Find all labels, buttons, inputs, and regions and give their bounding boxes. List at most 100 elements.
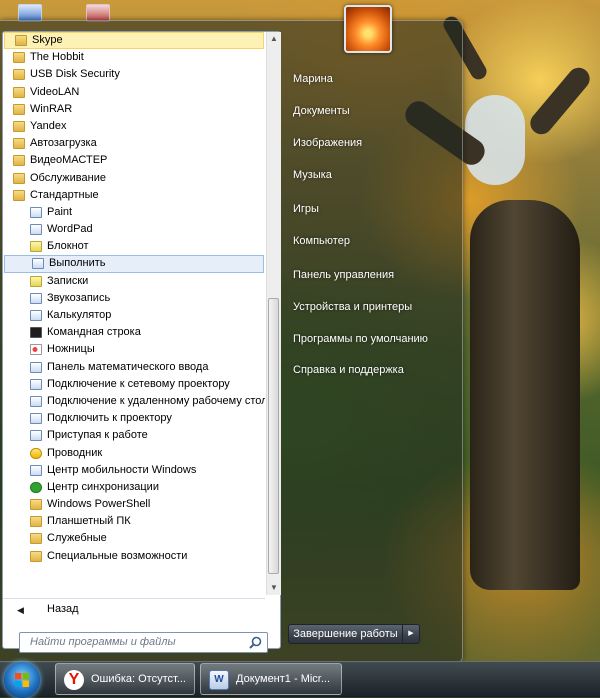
program-item-label: Калькулятор [47, 309, 112, 321]
folder-open-icon [13, 189, 25, 201]
program-item-label: Звукозапись [47, 291, 111, 304]
program-item-label: Автозагрузка [30, 137, 97, 150]
right-pane-link[interactable]: Игры [293, 203, 319, 215]
folder-icon [13, 103, 25, 115]
user-avatar[interactable] [344, 5, 392, 53]
program-item[interactable]: Центр мобильности Windows [3, 462, 265, 479]
program-item-label: USB Disk Security [30, 68, 120, 81]
folder-icon [13, 120, 25, 132]
program-item[interactable]: Панель математического ввода [3, 359, 265, 376]
right-pane-link[interactable]: Справка и поддержка [293, 364, 404, 376]
scissors-icon [30, 344, 42, 356]
program-item[interactable]: VideoLAN [3, 84, 265, 101]
search-placeholder: Найти программы и файлы [30, 636, 176, 648]
program-item[interactable]: Планшетный ПК [3, 513, 265, 530]
shutdown-button[interactable]: Завершение работы [288, 624, 403, 644]
program-item[interactable]: WordPad [3, 221, 265, 238]
program-item[interactable]: Подключение к сетевому проектору [3, 376, 265, 393]
program-item-label: Служебные [47, 532, 107, 545]
program-item-label: Блокнот [47, 240, 89, 253]
windows-logo-icon [15, 673, 29, 687]
taskbar-button-label: Документ1 - Micr... [236, 673, 331, 685]
taskbar-button-word[interactable]: W Документ1 - Micr... [200, 663, 342, 695]
sync-center-icon [30, 481, 42, 493]
program-item[interactable]: Командная строка [3, 324, 265, 341]
program-item-label: Центр мобильности Windows [47, 463, 197, 476]
scroll-down-arrow-icon[interactable]: ▼ [267, 581, 281, 595]
program-item-label: Подключение к сетевому проектору [47, 377, 230, 390]
word-document-icon: W [209, 670, 229, 690]
right-pane-link[interactable]: Документы [293, 105, 350, 117]
projector-icon [30, 413, 42, 425]
program-item[interactable]: Выполнить [4, 255, 264, 273]
program-item[interactable]: Звукозапись [3, 290, 265, 307]
program-item[interactable]: Центр синхронизации [3, 479, 265, 496]
program-item-label: Стандартные [30, 188, 99, 201]
programs-scrollbar[interactable]: ▲ ▼ [266, 32, 281, 595]
program-item[interactable]: Блокнот [3, 238, 265, 255]
program-item[interactable]: Обслуживание [3, 170, 265, 187]
program-item[interactable]: Записки [3, 273, 265, 290]
program-item-label: Центр синхронизации [47, 480, 159, 493]
program-item[interactable]: Стандартные [3, 187, 265, 204]
folder-icon [30, 550, 42, 562]
program-item[interactable]: ВидеоМАСТЕР [3, 152, 265, 169]
program-item-label: Панель математического ввода [47, 360, 209, 373]
back-button[interactable]: ◀ Назад [3, 598, 265, 622]
start-menu-left-pane: Skype The Hobbit USB Disk Security VideoLAN… [2, 31, 281, 653]
scroll-up-arrow-icon[interactable]: ▲ [267, 32, 281, 46]
program-item[interactable]: Подключить к проектору [3, 410, 265, 427]
right-pane-link[interactable]: Марина [293, 73, 333, 85]
notepad-icon [30, 241, 42, 253]
program-item[interactable]: Yandex [3, 118, 265, 135]
search-input[interactable]: Найти программы и файлы [19, 632, 268, 653]
program-item-label: Обслуживание [30, 171, 106, 184]
program-item-label: WordPad [47, 223, 93, 236]
program-item-label: Проводник [47, 446, 103, 459]
program-item-label: VideoLAN [30, 85, 80, 98]
folder-icon [30, 516, 42, 528]
math-input-icon [30, 361, 42, 373]
right-pane-link[interactable]: Изображения [293, 137, 362, 149]
program-item-label: Ножницы [47, 343, 95, 356]
right-pane-link[interactable]: Панель управления [293, 269, 394, 281]
program-item[interactable]: Skype [4, 32, 264, 50]
program-item[interactable]: Подключение к удаленному рабочему столу [3, 393, 265, 410]
start-button[interactable] [4, 662, 40, 698]
folder-icon [13, 155, 25, 167]
wordpad-icon [30, 224, 42, 236]
folder-icon [13, 52, 25, 64]
command-prompt-icon [30, 327, 42, 339]
program-item[interactable]: Ножницы [3, 341, 265, 358]
program-item[interactable]: Приступая к работе [3, 427, 265, 444]
back-label: Назад [47, 603, 79, 615]
sticky-notes-icon [30, 275, 42, 287]
program-item-label: Paint [47, 205, 73, 218]
folder-icon [13, 69, 25, 81]
taskbar: Y Ошибка: Отсутст... W Документ1 - Micr.… [0, 661, 600, 698]
program-item[interactable]: Paint [3, 204, 265, 221]
right-pane-link[interactable]: Устройства и принтеры [293, 301, 412, 313]
right-pane-link[interactable]: Программы по умолчанию [293, 333, 428, 345]
program-item[interactable]: Проводник [3, 445, 265, 462]
program-item[interactable]: The Hobbit [3, 49, 265, 66]
scroll-thumb[interactable] [268, 298, 279, 574]
program-item[interactable]: Служебные [3, 530, 265, 547]
wallpaper-tree-trunk [470, 200, 580, 590]
program-item[interactable]: Windows PowerShell [3, 496, 265, 513]
program-item[interactable]: Калькулятор [3, 307, 265, 324]
right-pane-link[interactable]: Компьютер [293, 235, 350, 247]
all-programs-list: Skype The Hobbit USB Disk Security VideoLAN… [3, 32, 265, 566]
taskbar-button-browser[interactable]: Y Ошибка: Отсутст... [55, 663, 195, 695]
program-item-label: Yandex [30, 119, 67, 132]
right-pane-link[interactable]: Музыка [293, 169, 332, 181]
program-item[interactable]: Автозагрузка [3, 135, 265, 152]
shutdown-options-arrow-icon[interactable]: ▶ [403, 624, 420, 644]
program-item[interactable]: Специальные возможности [3, 548, 265, 565]
program-item[interactable]: USB Disk Security [3, 66, 265, 83]
program-item[interactable]: WinRAR [3, 101, 265, 118]
microphone-icon [30, 292, 42, 304]
search-icon[interactable] [249, 636, 262, 649]
mobility-center-icon [30, 464, 42, 476]
program-item-label: Приступая к работе [47, 429, 148, 442]
